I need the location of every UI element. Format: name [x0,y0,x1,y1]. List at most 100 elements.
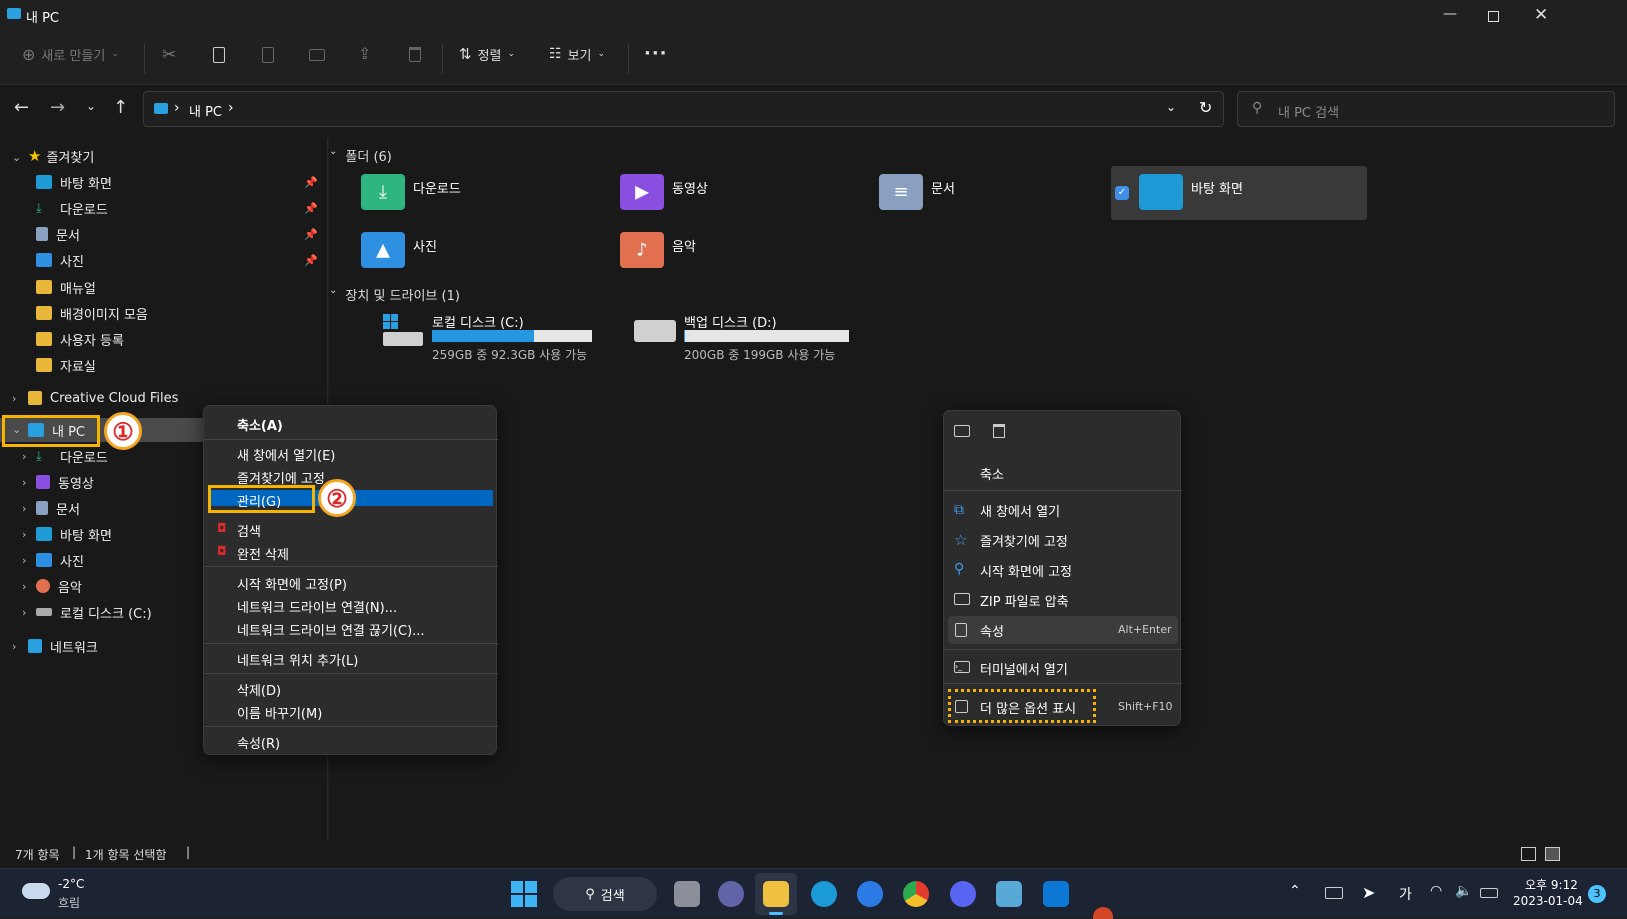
chevron-right-icon[interactable]: › [12,392,16,405]
rename-icon[interactable] [309,49,325,61]
drive-c[interactable]: 로컬 디스크 (C:) 259GB 중 92.3GB 사용 가능 [383,310,643,362]
sidebar-item-videos[interactable]: 동영상 [36,470,94,494]
weather-temp[interactable]: -2°C [58,877,84,891]
menu-item-delete[interactable]: 삭제(D) [237,680,281,699]
taskbar-search[interactable]: ⚲ 검색 [553,877,657,911]
chevron-down-icon[interactable]: ⌄ [1166,100,1176,114]
menu-item-properties[interactable]: 속성 [980,621,1004,640]
sidebar-item-folder[interactable]: 매뉴얼 [36,275,96,299]
chevron-right-icon[interactable]: › [22,580,26,593]
volume-icon[interactable]: 🔈 [1455,883,1472,899]
paste-icon[interactable] [262,47,274,63]
windows-start-icon[interactable] [511,881,537,907]
chevron-right-icon[interactable]: › [22,606,26,619]
breadcrumb[interactable]: 내 PC [189,101,222,120]
sidebar-item-creative-cloud[interactable]: Creative Cloud Files [28,386,178,410]
menu-item-open-new-window[interactable]: 새 창에서 열기(E) [237,445,335,464]
details-view-icon[interactable] [1521,847,1536,861]
chevron-right-icon[interactable]: › [22,476,26,489]
chevron-right-icon[interactable]: › [22,502,26,515]
sidebar-item-network[interactable]: 네트워크 [28,634,98,658]
sidebar-item-music[interactable]: 음악 [36,574,82,598]
vscode-icon[interactable] [1043,881,1069,907]
sidebar-item-documents[interactable]: 문서 [36,222,80,246]
sort-button[interactable]: ⇅ 정렬 ⌄ [459,38,515,70]
cut-icon[interactable]: ✂ [162,45,176,65]
wifi-icon[interactable]: ◠ [1430,883,1442,899]
sidebar-item-local-disk[interactable]: 로컬 디스크 (C:) [36,600,152,624]
sidebar-favorites[interactable]: ★ 즐겨찾기 [28,144,94,168]
chrome-icon[interactable] [903,881,929,907]
keyboard-icon[interactable] [1325,887,1343,899]
clock-date[interactable]: 2023-01-04 [1513,894,1583,908]
sidebar-item-documents[interactable]: 문서 [36,496,80,520]
notepad-icon[interactable] [996,881,1022,907]
copy-icon[interactable] [213,47,225,63]
menu-item-terminal[interactable]: 터미널에서 열기 [980,659,1068,678]
chevron-down-icon[interactable]: ⌄ [12,151,21,164]
folder-videos[interactable]: ▶ 동영상 [620,174,708,210]
task-view-icon[interactable] [674,881,700,907]
refresh-icon[interactable]: ↻ [1199,98,1212,117]
sidebar-item-mypc[interactable]: 내 PC [28,418,85,442]
chevron-down-icon[interactable]: ⌄ [12,423,21,436]
menu-item-properties[interactable]: 속성(R) [237,733,280,752]
sidebar-item-downloads[interactable]: ⤓ 다운로드 [36,196,108,220]
menu-item-pin-favorites[interactable]: 즐겨찾기에 고정 [980,531,1068,550]
location-icon[interactable]: ➤ [1362,883,1375,902]
discord-icon[interactable] [950,881,976,907]
menu-item-add-network-location[interactable]: 네트워크 위치 추가(L) [237,650,358,669]
delete-icon[interactable] [409,47,421,62]
folders-group-header[interactable]: ⌄ 폴더 (6) [329,146,392,165]
folder-desktop[interactable]: 바탕 화면 [1139,174,1243,210]
back-arrow-icon[interactable]: ← [14,97,29,118]
folder-pictures[interactable]: ▲ 사진 [361,232,437,268]
menu-item-more-options[interactable]: 더 많은 옵션 표시 [980,698,1076,717]
chevron-right-icon[interactable]: › [12,640,16,653]
restore-button[interactable] [1488,11,1499,22]
close-button[interactable]: ✕ [1534,5,1548,25]
menu-item-disconnect-drive[interactable]: 네트워크 드라이브 연결 끊기(C)... [237,620,425,639]
weather-cloud-icon[interactable] [22,883,50,899]
notification-badge[interactable]: 3 [1588,885,1606,903]
chevron-right-icon[interactable]: › [22,554,26,567]
folder-downloads[interactable]: ⤓ 다운로드 [361,174,461,210]
sidebar-item-folder[interactable]: 배경이미지 모음 [36,301,148,325]
file-explorer-icon[interactable] [763,881,789,907]
chevron-up-icon[interactable]: ⌃ [1289,883,1301,899]
delete-icon[interactable] [993,424,1005,438]
menu-item-search[interactable]: 검색 [237,521,261,540]
menu-item-zip[interactable]: ZIP 파일로 압축 [980,591,1069,610]
view-button[interactable]: ☷ 보기 ⌄ [549,38,605,70]
sidebar-item-pictures[interactable]: 사진 [36,548,84,572]
teams-chat-icon[interactable] [718,881,744,907]
bing-icon[interactable] [857,881,883,907]
search-box[interactable]: ⚲ 내 PC 검색 [1237,91,1615,127]
menu-item-shred[interactable]: 완전 삭제 [237,544,289,563]
drive-d[interactable]: 백업 디스크 (D:) 200GB 중 199GB 사용 가능 [634,310,894,362]
edge-browser-icon[interactable] [811,881,837,907]
clock-time[interactable]: 오후 9:12 [1525,876,1578,893]
menu-item-collapse[interactable]: 축소(A) [237,415,283,434]
sidebar-item-folder[interactable]: 자료실 [36,353,96,377]
tiles-view-icon[interactable] [1545,847,1560,861]
sidebar-item-downloads[interactable]: ⤓ 다운로드 [36,444,108,468]
new-button[interactable]: ⊕ 새로 만들기 ⌄ [22,38,119,70]
sidebar-item-folder[interactable]: 사용자 등록 [36,327,124,351]
forward-arrow-icon[interactable]: → [50,97,65,118]
folder-documents[interactable]: ≡ 문서 [879,174,955,210]
address-bar[interactable]: › 내 PC › ⌄ ↻ [143,91,1224,127]
up-arrow-icon[interactable]: ↑ [113,97,128,118]
drives-group-header[interactable]: ⌄ 장치 및 드라이브 (1) [329,285,460,304]
recent-chevron-icon[interactable]: ⌄ [86,99,96,113]
menu-item-open-new-window[interactable]: 새 창에서 열기 [980,501,1060,520]
checkbox-icon[interactable]: ✓ [1115,186,1129,200]
menu-item-pin-start[interactable]: 시작 화면에 고정(P) [237,574,347,593]
rename-icon[interactable] [954,425,970,437]
sidebar-item-pictures[interactable]: 사진 [36,248,84,272]
search-input[interactable]: 내 PC 검색 [1278,102,1339,121]
menu-item-collapse[interactable]: 축소 [980,464,1004,483]
battery-icon[interactable] [1480,888,1498,898]
sidebar-item-desktop[interactable]: 바탕 화면 [36,522,112,546]
menu-item-rename[interactable]: 이름 바꾸기(M) [237,703,322,722]
